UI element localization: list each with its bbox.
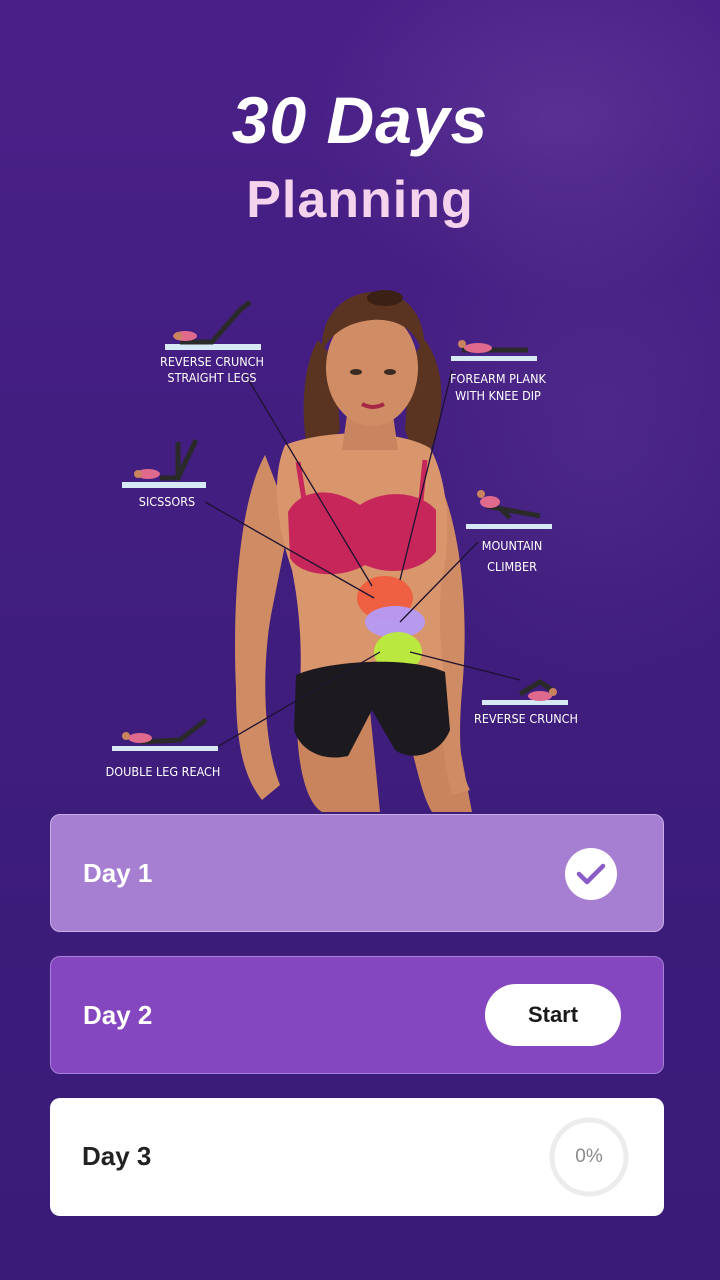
exercise-thumb-mountain-climber [466,490,552,529]
day-card-1[interactable]: Day 1 [50,814,664,932]
day-label: Day 1 [83,858,153,888]
label-mountain-climber-2: CLIMBER [487,559,537,574]
day-label: Day 3 [82,1141,152,1171]
label-double-leg-reach: DOUBLE LEG REACH [106,764,221,779]
label-reverse-crunch: REVERSE CRUNCH [474,711,578,726]
exercise-thumb-reverse-crunch [482,679,568,705]
right-eye [384,369,396,375]
exercise-thumb-scissors [122,438,206,488]
exercise-thumb-reverse-crunch-straight [165,300,261,350]
exercise-thumb-forearm-plank [451,340,537,361]
start-button[interactable]: Start [485,984,621,1046]
day-card-2[interactable]: Day 2 Start [50,956,664,1074]
page-subtitle: Planning [246,171,474,229]
label-reverse-crunch-straight-1: REVERSE CRUNCH [160,354,264,369]
label-scissors: SICSSORS [139,494,195,509]
label-mountain-climber-1: MOUNTAIN [482,538,543,553]
exercise-thumb-double-leg-reach [112,718,218,751]
label-forearm-plank-2: WITH KNEE DIP [455,388,541,403]
completed-check-icon [565,848,617,900]
label-forearm-plank-1: FOREARM PLANK [450,371,546,386]
label-reverse-crunch-straight-2: STRAIGHT LEGS [167,370,256,385]
day-card-3[interactable]: Day 3 0% [50,1098,664,1216]
hair-bun [367,290,403,306]
progress-percent: 0% [575,1146,603,1167]
left-eye [350,369,362,375]
progress-ring: 0% [548,1116,630,1198]
abs-exercise-illustration: REVERSE CRUNCH STRAIGHT LEGS FOREARM PLA… [106,290,578,812]
day-label: Day 2 [83,1000,153,1030]
page-title: 30 Days [231,83,489,157]
